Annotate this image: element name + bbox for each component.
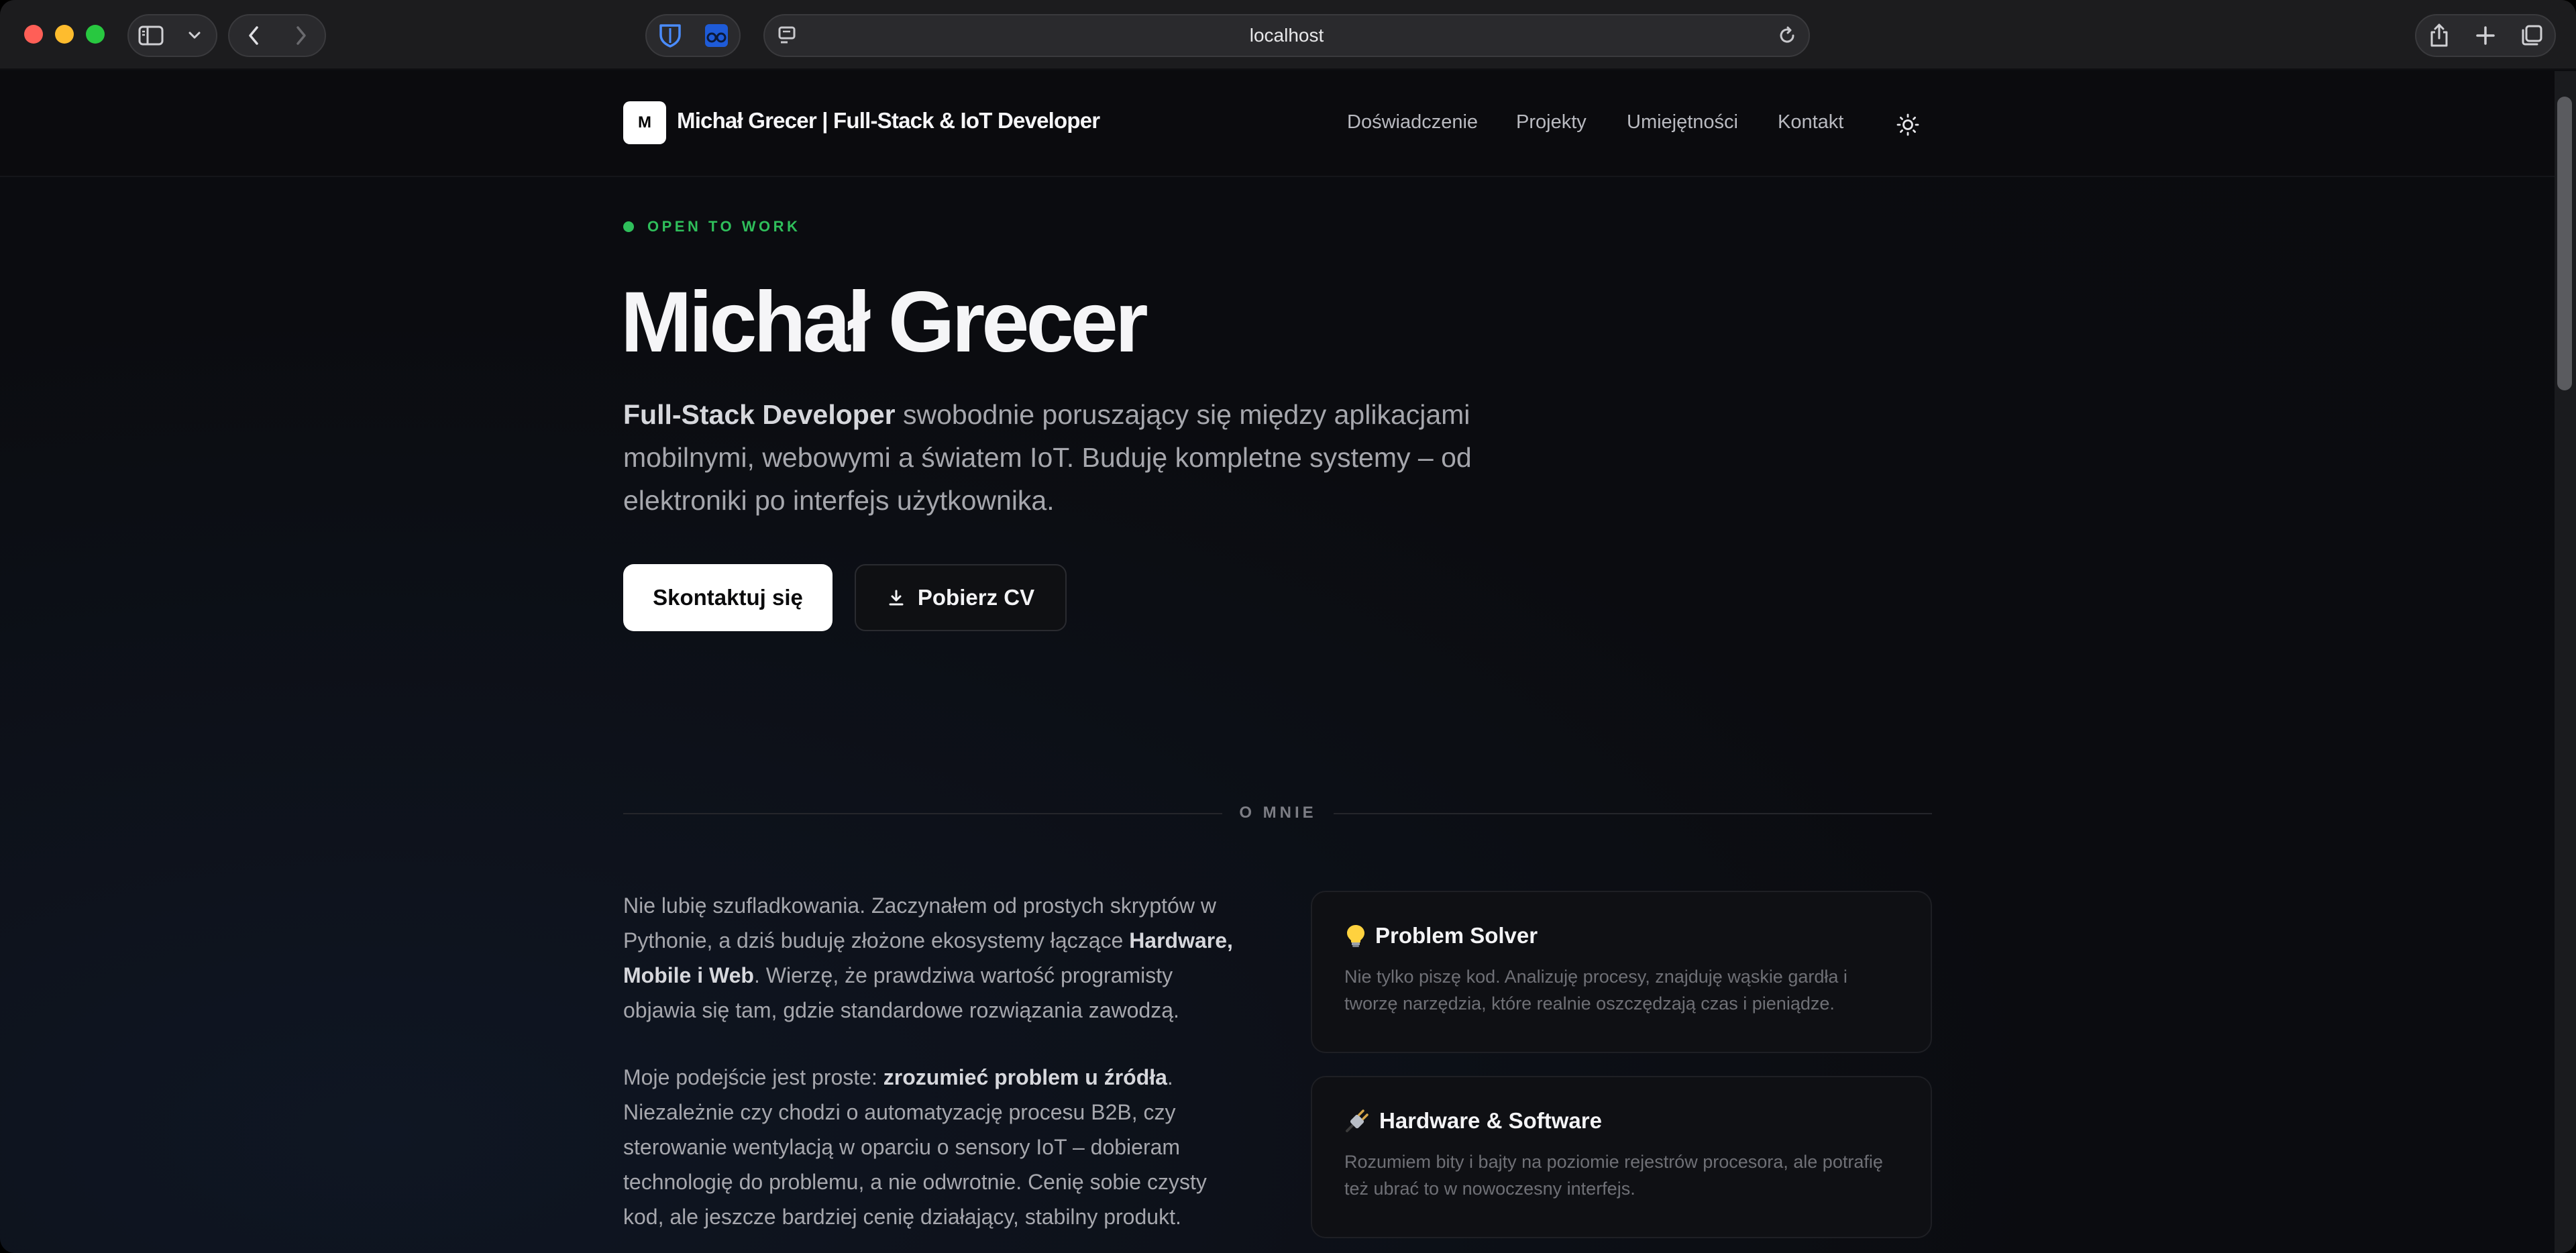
minimize-window-button[interactable] [55,25,74,44]
status-dot [623,221,634,232]
sidebar-toggle-button[interactable] [131,17,171,54]
plus-icon [2476,26,2495,45]
maximize-window-button[interactable] [86,25,105,44]
tab-group-menu-button[interactable] [174,17,215,54]
browser-toolbar: localhost [0,0,2576,70]
extensions-group [645,14,741,57]
nav-link-kontakt[interactable]: Kontakt [1778,111,1843,133]
url-text: localhost [1249,25,1324,46]
chevron-right-icon [296,26,306,45]
card-title: Problem Solver [1375,923,1538,948]
web-page: M Michał Grecer | Full-Stack & IoT Devel… [0,71,2555,1253]
open-to-work-badge: OPEN TO WORK [623,218,800,235]
bitwarden-extension-button[interactable] [650,17,690,54]
about-p2-text-b: . Niezależnie czy chodzi o automatyzację… [623,1065,1207,1229]
chevron-left-icon [248,26,258,45]
close-window-button[interactable] [24,25,43,44]
glasses-icon [704,24,728,47]
sidebar-icon [138,25,163,46]
nav-link-doswiadczenie[interactable]: Doświadczenie [1347,111,1478,133]
window-actions-group [2415,14,2556,57]
address-bar[interactable]: localhost [763,14,1810,57]
hero-description: Full-Stack Developer swobodnie poruszają… [623,393,1522,522]
nav-link-projekty[interactable]: Projekty [1516,111,1587,133]
hero-description-highlight: Full-Stack Developer [623,399,896,430]
back-button[interactable] [233,17,274,54]
sun-icon [1896,113,1919,136]
reload-button[interactable] [1776,25,1798,50]
theme-toggle-button[interactable] [1893,110,1923,140]
site-header: M Michał Grecer | Full-Stack & IoT Devel… [0,71,2555,177]
reader-extension-button[interactable] [696,17,737,54]
download-cv-label: Pobierz CV [917,585,1035,610]
share-icon [2430,23,2448,47]
download-icon [887,588,906,607]
forward-button[interactable] [281,17,321,54]
chevron-down-icon [189,32,200,39]
new-tab-button[interactable] [2465,17,2506,54]
site-logo[interactable]: M [623,101,666,144]
download-cv-button[interactable]: Pobierz CV [855,564,1067,631]
about-p2-text-a: Moje podejście jest proste: [623,1065,883,1089]
tab-overview-button[interactable] [2512,17,2552,54]
card-title-row: Hardware & Software [1344,1108,1898,1134]
about-p1-text-a: Nie lubię szufladkowania. Zaczynałem od … [623,893,1216,952]
card-title: Hardware & Software [1379,1108,1602,1133]
lightbulb-icon [1344,923,1367,948]
section-divider-left [623,813,1222,814]
history-nav-group [228,14,326,57]
nav-link-umiejetnosci[interactable]: Umiejętności [1627,111,1738,133]
card-title-row: Problem Solver [1344,923,1898,948]
card-description: Nie tylko piszę kod. Analizuję procesy, … [1344,967,1847,1014]
page-scrollbar-thumb[interactable] [2557,97,2572,390]
feature-card-hardware-software: Hardware & Software Rozumiem bity i bajt… [1311,1076,1932,1238]
about-paragraph-1: Nie lubię szufladkowania. Zaczynałem od … [623,888,1240,1028]
browser-window: localhost M Michał Grecer | Full-Stack &… [0,0,2576,1253]
reload-icon [1780,26,1794,43]
site-title[interactable]: Michał Grecer | Full-Stack & IoT Develop… [677,108,1100,133]
section-divider-right [1334,813,1932,814]
contact-button[interactable]: Skontaktuj się [623,564,833,631]
shield-icon [659,24,681,48]
section-heading-about: O MNIE [1239,804,1317,822]
share-button[interactable] [2419,17,2459,54]
tabs-icon [2522,25,2542,46]
hero-heading: Michał Grecer [621,274,1148,370]
about-paragraph-2: Moje podejście jest proste: zrozumieć pr… [623,1060,1240,1234]
about-p2-highlight: zrozumieć problem u źródła [883,1065,1167,1089]
card-description: Rozumiem bity i bajty na poziomie rejest… [1344,1152,1883,1199]
sidebar-toggle-group [127,14,217,57]
status-text: OPEN TO WORK [647,218,801,235]
about-text: Nie lubię szufladkowania. Zaczynałem od … [623,888,1240,1253]
feature-card-problem-solver: Problem Solver Nie tylko piszę kod. Anal… [1311,891,1932,1053]
plug-icon [1344,1108,1371,1134]
